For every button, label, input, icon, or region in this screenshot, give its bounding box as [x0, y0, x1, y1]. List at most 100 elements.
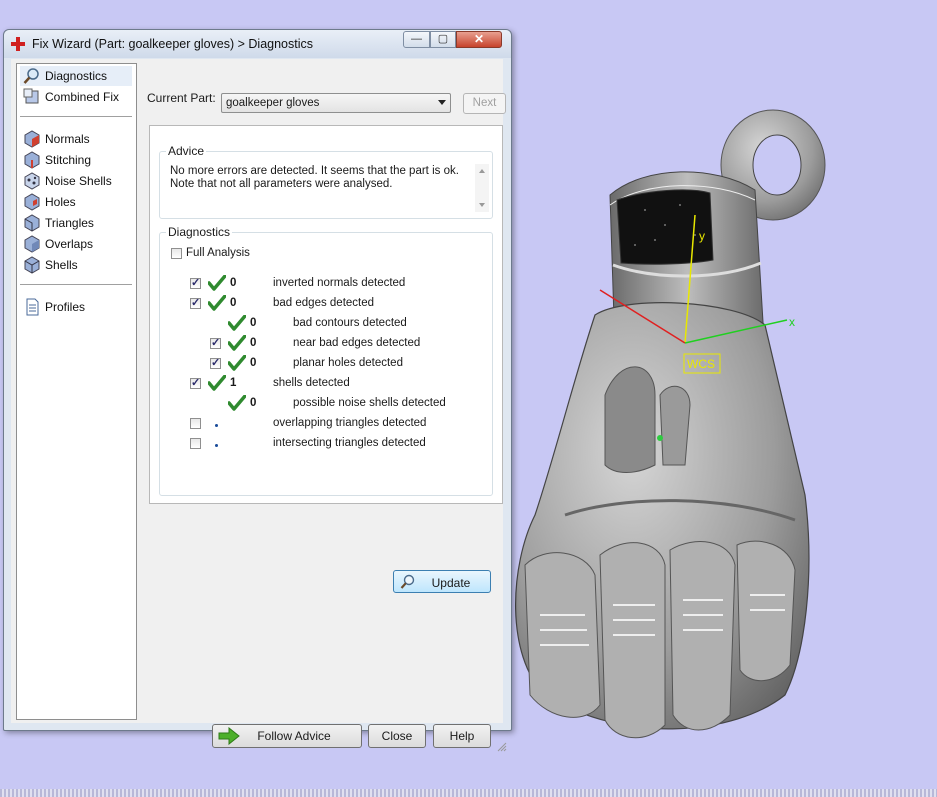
nav-label-combined-fix: Combined Fix [45, 90, 120, 104]
full-analysis-label: Full Analysis [186, 247, 250, 259]
diag-row-count: 0 [230, 277, 237, 289]
nav-item-diagnostics[interactable]: Diagnostics [20, 66, 132, 86]
update-label: Update [431, 576, 471, 590]
pending-dot-icon [215, 444, 218, 447]
nav-label-holes: Holes [45, 195, 76, 209]
diag-row-label: inverted normals detected [273, 277, 406, 289]
green-check-icon [227, 314, 247, 331]
nav-item-overlaps[interactable]: Overlaps [20, 234, 132, 254]
diag-row-checkbox[interactable] [190, 296, 201, 309]
diag-row-count: 0 [250, 357, 257, 369]
diag-row-label: planar holes detected [293, 357, 403, 369]
nav-item-profiles[interactable]: Profiles [20, 297, 132, 317]
axis-x-label: x [789, 315, 795, 329]
nav-label-noise-shells: Noise Shells [45, 174, 112, 188]
resize-grip[interactable] [497, 742, 507, 752]
diag-row-count: 1 [230, 377, 237, 389]
fix-wizard-window[interactable]: Fix Wizard (Part: goalkeeper gloves) > D… [3, 29, 512, 752]
glove-model[interactable]: y x WCS [505, 95, 835, 755]
diag-row-label: bad contours detected [293, 317, 407, 329]
current-part-select[interactable]: goalkeeper gloves [221, 93, 451, 113]
diag-row-label: bad edges detected [273, 297, 375, 309]
close-icon: ✕ [473, 32, 485, 46]
current-part-label: Current Part: [147, 91, 216, 105]
green-check-icon [207, 294, 227, 311]
noise-shells-icon [24, 172, 40, 190]
nav-label-shells: Shells [45, 258, 78, 272]
nav-item-stitching[interactable]: Stitching [20, 150, 132, 170]
diagnostics-group: Diagnostics Full Analysis 0 inverted norm… [159, 225, 493, 593]
nav-item-noise-shells[interactable]: Noise Shells [20, 171, 132, 191]
diag-row-checkbox[interactable] [210, 336, 221, 349]
nav-label-diagnostics: Diagnostics [45, 69, 108, 83]
follow-advice-button[interactable]: Follow Advice [212, 724, 362, 748]
normals-cube-icon [24, 130, 40, 148]
axis-y-label: y [699, 229, 705, 243]
green-arrow-icon [218, 727, 240, 745]
pending-dot-icon [215, 424, 218, 427]
cuff-mesh-opening [616, 189, 714, 265]
nav-item-holes[interactable]: Holes [20, 192, 132, 212]
follow-advice-label: Follow Advice [257, 729, 331, 743]
advice-scrollbar[interactable] [475, 164, 489, 212]
diag-row-count: 0 [230, 297, 237, 309]
diag-row-checkbox[interactable] [210, 356, 221, 369]
diag-row-checkbox[interactable] [190, 376, 201, 389]
close-window-button[interactable]: ✕ [456, 31, 502, 48]
full-analysis-checkbox[interactable] [171, 248, 182, 259]
maximize-icon: ▢ [437, 33, 449, 45]
nav-item-combined-fix[interactable]: Combined Fix [20, 87, 132, 107]
diag-row-checkbox[interactable] [190, 276, 201, 289]
title-bar[interactable]: Fix Wizard (Part: goalkeeper gloves) > D… [4, 30, 511, 58]
nav-item-normals[interactable]: Normals [20, 129, 132, 149]
green-check-icon [207, 374, 227, 391]
holes-cube-icon [24, 193, 40, 211]
stitching-cube-icon [24, 151, 40, 169]
nav-label-stitching: Stitching [45, 153, 92, 167]
current-part-value: goalkeeper gloves [226, 97, 320, 109]
maximize-button[interactable]: ▢ [430, 31, 456, 48]
advice-text: No more errors are detected. It seems th… [170, 165, 465, 191]
chevron-down-icon [438, 100, 446, 105]
diag-row-label: intersecting triangles detected [273, 437, 426, 449]
nav-label-profiles: Profiles [45, 300, 86, 314]
diag-row-checkbox[interactable] [190, 418, 201, 429]
triangles-cube-icon [24, 214, 40, 232]
diag-row-label: near bad edges detected [293, 337, 421, 349]
overlaps-cube-icon [24, 235, 40, 253]
nav-separator [20, 116, 132, 117]
update-button[interactable]: Update [393, 570, 491, 593]
diagnostics-panel: Advice No more errors are detected. It s… [149, 125, 503, 593]
minimize-button[interactable]: — [403, 31, 430, 48]
green-check-icon [227, 394, 247, 411]
combined-fix-icon [23, 88, 39, 104]
close-button[interactable]: Close [368, 724, 426, 748]
help-button[interactable]: Help [433, 724, 491, 748]
green-check-icon [227, 354, 247, 371]
window-client: Diagnostics Combined Fix Normals Stitchi… [11, 59, 507, 752]
document-icon [26, 298, 39, 316]
diagnostics-title: Diagnostics [166, 225, 233, 239]
advice-title: Advice [166, 144, 207, 158]
diag-row-count: 0 [250, 397, 257, 409]
magnifier-icon [23, 68, 39, 84]
nav-label-triangles: Triangles [45, 216, 94, 230]
diag-row-count: 0 [250, 337, 257, 349]
green-check-icon [227, 334, 247, 351]
nav-label-normals: Normals [45, 132, 90, 146]
diag-row-checkbox[interactable] [190, 438, 201, 449]
advice-group: Advice No more errors are detected. It s… [159, 144, 493, 219]
red-cross-icon [11, 37, 25, 51]
next-button[interactable]: Next [463, 93, 506, 114]
nav-item-triangles[interactable]: Triangles [20, 213, 132, 233]
nav-label-overlaps: Overlaps [45, 237, 94, 251]
nav-separator [20, 284, 132, 285]
minimize-icon: — [411, 33, 422, 45]
diag-row-label: shells detected [273, 377, 350, 389]
green-check-icon [207, 274, 227, 291]
advice-line-2: Note that not all parameters were analys… [170, 178, 393, 190]
nav-item-shells[interactable]: Shells [20, 255, 132, 275]
diag-row-count: 0 [250, 317, 257, 329]
diag-row-label: overlapping triangles detected [273, 417, 427, 429]
advice-line-1: No more errors are detected. It seems th… [170, 165, 459, 177]
